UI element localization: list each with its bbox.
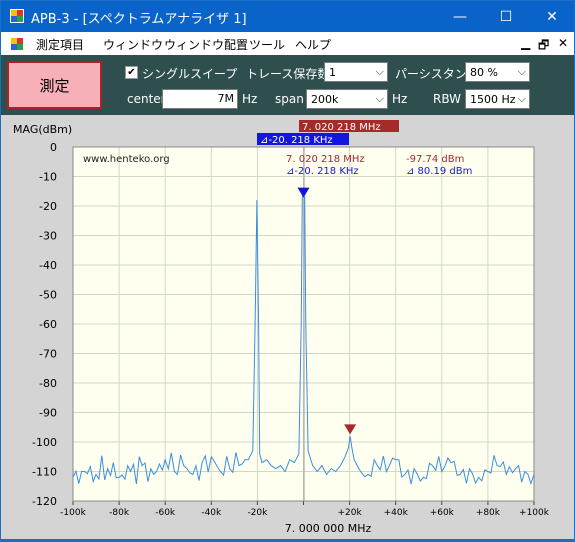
rbw-label: RBW	[433, 92, 462, 106]
x-tick-label: -40k	[201, 508, 222, 518]
trace-keep-value: 1	[329, 66, 336, 79]
trace-keep-select[interactable]: 1 ⌵	[324, 62, 388, 82]
center-frequency-label: 7. 000 000 MHz	[285, 522, 372, 535]
trace-keep-label: トレース保存数	[246, 67, 330, 81]
y-tick-label: -30	[39, 230, 57, 243]
title-bar[interactable]: APB-3 - [スペクトラムアナライザ 1] — ☐ ✕	[1, 1, 574, 32]
y-axis-label: MAG(dBm)	[13, 123, 72, 136]
y-tick-label: -70	[39, 348, 57, 361]
minimize-button[interactable]: —	[437, 1, 483, 32]
y-tick-label: -60	[39, 318, 57, 331]
y-tick-label: -80	[39, 377, 57, 390]
y-tick-label: -110	[32, 466, 57, 479]
menu-window-layout[interactable]: ウィンドウ配置	[164, 36, 248, 53]
menu-window[interactable]: ウィンドウ	[103, 36, 163, 53]
spectrum-chart[interactable]: 0 -10 -20 -30 -40 -50 -60 -70 -80 -90 -100 -110 -120…	[1, 115, 574, 539]
control-panel: 測定 ✔ シングルスイープ トレース保存数 1 ⌵ パーシスタンス 80 % ⌵…	[1, 55, 574, 115]
x-tick-label: +100k	[519, 508, 550, 518]
marker-frequency-readout: 7. 020 218 MHz	[286, 154, 365, 165]
span-label: span	[275, 92, 304, 106]
persistence-select[interactable]: 80 % ⌵	[465, 62, 530, 82]
y-axis-ticks: 0 -10 -20 -30 -40 -50 -60 -70 -80 -90 -100 -110 -120	[32, 141, 57, 508]
rbw-select[interactable]: 1500 Hz ⌵	[465, 89, 530, 109]
menu-measure-items[interactable]: 測定項目	[36, 36, 84, 53]
y-tick-label: -100	[32, 436, 57, 449]
delta-level-readout: ⊿ 80.19 dBm	[406, 166, 472, 177]
x-tick-label: +60k	[430, 508, 455, 518]
menu-bar: 測定項目 ウィンドウ ウィンドウ配置 ツール ヘルプ ▁ 🗗 ✕	[1, 32, 574, 55]
chevron-down-icon: ⌵	[375, 65, 384, 78]
x-tick-label: +40k	[384, 508, 409, 518]
maximize-button[interactable]: ☐	[483, 1, 529, 32]
app-window: APB-3 - [スペクトラムアナライザ 1] — ☐ ✕ 測定項目 ウィンドウ…	[0, 0, 575, 540]
x-tick-label: -20k	[247, 508, 268, 518]
y-tick-label: -50	[39, 289, 57, 302]
mdi-minimize-button[interactable]: ▁	[521, 36, 530, 50]
y-tick-label: -120	[32, 495, 57, 508]
close-button[interactable]: ✕	[529, 1, 575, 32]
chevron-down-icon: ⌵	[517, 92, 526, 105]
app-icon	[10, 9, 24, 23]
delta-frequency-readout: ⊿-20. 218 KHz	[286, 166, 359, 177]
center-unit: Hz	[242, 92, 258, 106]
rbw-value: 1500 Hz	[470, 93, 516, 106]
measure-button[interactable]: 測定	[7, 61, 102, 109]
x-tick-label: -80k	[109, 508, 130, 518]
chevron-down-icon: ⌵	[375, 92, 384, 105]
persistence-value: 80 %	[470, 66, 498, 79]
span-value: 200k	[311, 93, 339, 106]
document-icon[interactable]	[10, 37, 24, 51]
y-tick-label: -10	[39, 171, 57, 184]
chevron-down-icon: ⌵	[517, 65, 526, 78]
x-tick-label: -100k	[60, 508, 86, 518]
window-title: APB-3 - [スペクトラムアナライザ 1]	[31, 12, 247, 27]
y-tick-label: -40	[39, 259, 57, 272]
marker-frequency-box-text: 7. 020 218 MHz	[302, 122, 381, 133]
marker-level-readout: -97.74 dBm	[406, 154, 464, 165]
single-sweep-checkbox[interactable]: ✔	[125, 66, 138, 79]
mdi-close-button[interactable]: ✕	[558, 36, 568, 50]
x-tick-label: +20k	[337, 508, 362, 518]
menu-tools[interactable]: ツール	[249, 36, 285, 53]
y-tick-label: -20	[39, 200, 57, 213]
x-tick-label: -60k	[155, 508, 176, 518]
mdi-restore-button[interactable]: 🗗	[538, 36, 549, 57]
watermark-text: www.henteko.org	[83, 154, 170, 165]
spectrum-chart-area: 0 -10 -20 -30 -40 -50 -60 -70 -80 -90 -100 -110 -120…	[1, 115, 574, 539]
menu-help[interactable]: ヘルプ	[295, 36, 331, 53]
span-select[interactable]: 200k ⌵	[306, 89, 388, 109]
y-tick-label: -90	[39, 407, 57, 420]
x-tick-label: +80k	[476, 508, 501, 518]
x-axis-ticks: -100k -80k -60k -40k -20k +20k +40k +60k +80k +10…	[60, 508, 550, 518]
center-input[interactable]: 7M	[162, 89, 238, 109]
center-label: center	[127, 92, 166, 106]
single-sweep-label: シングルスイープ	[142, 67, 238, 81]
delta-frequency-box-text: ⊿-20. 218 KHz	[260, 135, 333, 146]
y-tick-label: 0	[50, 141, 57, 154]
span-unit: Hz	[392, 92, 408, 106]
